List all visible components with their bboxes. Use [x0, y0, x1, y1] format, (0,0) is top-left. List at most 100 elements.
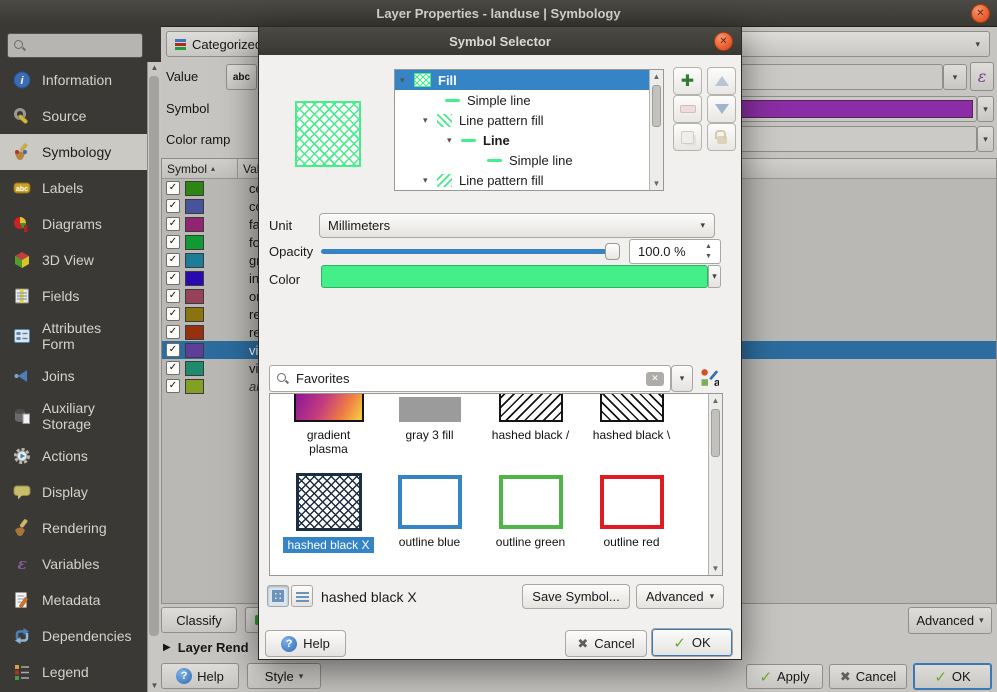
tree-item-line-pattern-fill[interactable]: ▾ Line pattern fill [395, 110, 649, 130]
sidebar-item-3d-view[interactable]: 3D View [0, 242, 148, 278]
scroll-up-icon[interactable]: ▲ [148, 62, 161, 74]
scroll-down-icon[interactable]: ▼ [650, 177, 663, 190]
checkbox[interactable]: ✓ [166, 343, 180, 357]
sidebar-item-fields[interactable]: Fields [0, 278, 148, 314]
cancel-button[interactable]: ✖ Cancel [829, 664, 907, 689]
checkbox[interactable]: ✓ [166, 217, 180, 231]
symbol-cell-gradient-plasma[interactable]: gradient plasma [278, 394, 379, 457]
checkbox[interactable]: ✓ [166, 253, 180, 267]
tree-scrollbar[interactable]: ▲ ▼ [649, 70, 663, 190]
sidebar-item-diagrams[interactable]: Diagrams [0, 206, 148, 242]
cancel-button[interactable]: ✖ Cancel [565, 630, 647, 657]
sidebar-item-legend[interactable]: Legend [0, 654, 148, 690]
ok-button[interactable]: ✓ OK [913, 663, 992, 690]
sidebar-item-actions[interactable]: Actions [0, 438, 148, 474]
sidebar-item-symbology[interactable]: Symbology [0, 134, 148, 170]
style-manager-icon[interactable]: a [699, 368, 719, 388]
checkbox[interactable]: ✓ [166, 361, 180, 375]
sidebar-item-metadata[interactable]: Metadata [0, 582, 148, 618]
tree-item-simple-line[interactable]: Simple line [395, 150, 649, 170]
move-down-button[interactable] [707, 95, 736, 123]
apply-button[interactable]: ✓ Apply [746, 664, 823, 689]
scroll-up-icon[interactable]: ▲ [650, 70, 663, 83]
symbol-cell-hashed-black-backslash[interactable]: hashed black \ [581, 394, 682, 457]
checkbox[interactable]: ✓ [166, 199, 180, 213]
lock-colors-button[interactable] [707, 123, 736, 151]
expression-builder-button[interactable]: ε [970, 62, 994, 91]
opacity-slider-handle[interactable] [605, 243, 620, 260]
symbol-cell-gray-3-fill[interactable]: gray 3 fill [379, 394, 480, 457]
checkbox[interactable]: ✓ [166, 325, 180, 339]
sidebar-item-source[interactable]: Source [0, 98, 148, 134]
duplicate-layer-button[interactable] [673, 123, 702, 151]
icon-view-button[interactable] [267, 585, 289, 607]
ok-button[interactable]: ✓ OK [651, 628, 733, 657]
scroll-up-icon[interactable]: ▲ [709, 394, 722, 407]
advanced-button[interactable]: Advanced ▾ [908, 607, 992, 634]
save-symbol-button[interactable]: Save Symbol... [522, 584, 630, 609]
scrollbar-thumb[interactable] [652, 85, 661, 127]
color-dropdown-button[interactable]: ▾ [708, 265, 721, 288]
sidebar-item-dependencies[interactable]: Dependencies [0, 618, 148, 654]
sidebar-item-joins[interactable]: Joins [0, 358, 148, 394]
column-header-value[interactable]: Val [238, 159, 259, 178]
sidebar-item-variables[interactable]: ε Variables [0, 546, 148, 582]
color-ramp-dropdown-button[interactable]: ▾ [977, 126, 994, 152]
list-view-button[interactable] [291, 585, 313, 607]
expander-icon[interactable]: ▾ [400, 75, 414, 86]
sidebar-item-auxiliary-storage[interactable]: Auxiliary Storage [0, 394, 148, 438]
tree-item-line[interactable]: ▾ Line [395, 130, 649, 150]
remove-symbol-layer-button[interactable] [673, 95, 702, 123]
expander-icon[interactable]: ▾ [423, 115, 437, 126]
symbol-cell-hashed-black-slash[interactable]: hashed black / [480, 394, 581, 457]
sidebar-item-information[interactable]: i Information [0, 62, 148, 98]
sidebar-item-attributes-form[interactable]: Attributes Form [0, 314, 148, 358]
scrollbar-thumb[interactable] [711, 409, 720, 457]
sidebar-item-display[interactable]: Display [0, 474, 148, 510]
dialog-close-button[interactable]: ✕ [714, 32, 733, 51]
value-dropdown-button[interactable]: ▾ [943, 64, 967, 90]
spinbox-arrows[interactable]: ▲▼ [705, 241, 712, 262]
value-type-badge[interactable]: abc [226, 64, 257, 90]
symbol-cell-outline-green[interactable]: outline green [480, 473, 581, 553]
move-up-button[interactable] [707, 67, 736, 95]
color-swatch-button[interactable] [321, 265, 708, 288]
unit-combobox[interactable]: Millimeters ▾ [319, 213, 715, 238]
clear-search-icon[interactable]: ✕ [646, 372, 664, 386]
symbol-cell-outline-blue[interactable]: outline blue [379, 473, 480, 553]
checkbox[interactable]: ✓ [166, 307, 180, 321]
tree-item-fill[interactable]: ▾ Fill [395, 70, 649, 90]
checkbox[interactable]: ✓ [166, 271, 180, 285]
symbol-cell-outline-red[interactable]: outline red [581, 473, 682, 553]
help-button[interactable]: ? Help [161, 663, 239, 689]
advanced-button[interactable]: Advanced ▾ [636, 584, 724, 609]
add-symbol-layer-button[interactable]: ✚ [673, 67, 702, 95]
style-button[interactable]: Style ▾ [247, 663, 321, 689]
symbol-cell-hashed-black-x[interactable]: hashed black X [278, 473, 379, 553]
opacity-slider[interactable] [321, 249, 607, 254]
sidebar-item-rendering[interactable]: Rendering [0, 510, 148, 546]
expander-icon[interactable]: ▾ [447, 135, 461, 146]
scroll-down-icon[interactable]: ▼ [709, 562, 722, 575]
help-button[interactable]: ? Help [265, 630, 346, 657]
classify-button[interactable]: Classify [161, 607, 237, 633]
window-close-button[interactable]: ✕ [971, 4, 990, 23]
checkbox[interactable]: ✓ [166, 289, 180, 303]
scroll-down-icon[interactable]: ▼ [148, 680, 161, 692]
checkbox[interactable]: ✓ [166, 181, 180, 195]
expander-icon[interactable]: ▾ [423, 175, 437, 186]
sidebar-search-input[interactable] [7, 33, 143, 58]
layer-rendering-section[interactable]: ▶ Layer Rend [163, 640, 249, 655]
grid-scrollbar[interactable]: ▲ ▼ [708, 394, 722, 575]
sidebar-item-labels[interactable]: abc Labels [0, 170, 148, 206]
column-header-symbol[interactable]: Symbol ▴ [162, 159, 238, 178]
checkbox[interactable]: ✓ [166, 379, 180, 393]
tree-item-simple-line[interactable]: Simple line [395, 90, 649, 110]
checkbox[interactable]: ✓ [166, 235, 180, 249]
sidebar-scrollbar[interactable]: ▲ ▼ [147, 62, 161, 692]
symbol-dropdown-button[interactable]: ▾ [977, 96, 994, 122]
scrollbar-thumb[interactable] [149, 76, 159, 636]
tree-item-line-pattern-fill[interactable]: ▾ Line pattern fill [395, 170, 649, 190]
filter-dropdown-button[interactable]: ▾ [671, 365, 693, 392]
style-filter-input[interactable]: Favorites ✕ [269, 365, 671, 392]
